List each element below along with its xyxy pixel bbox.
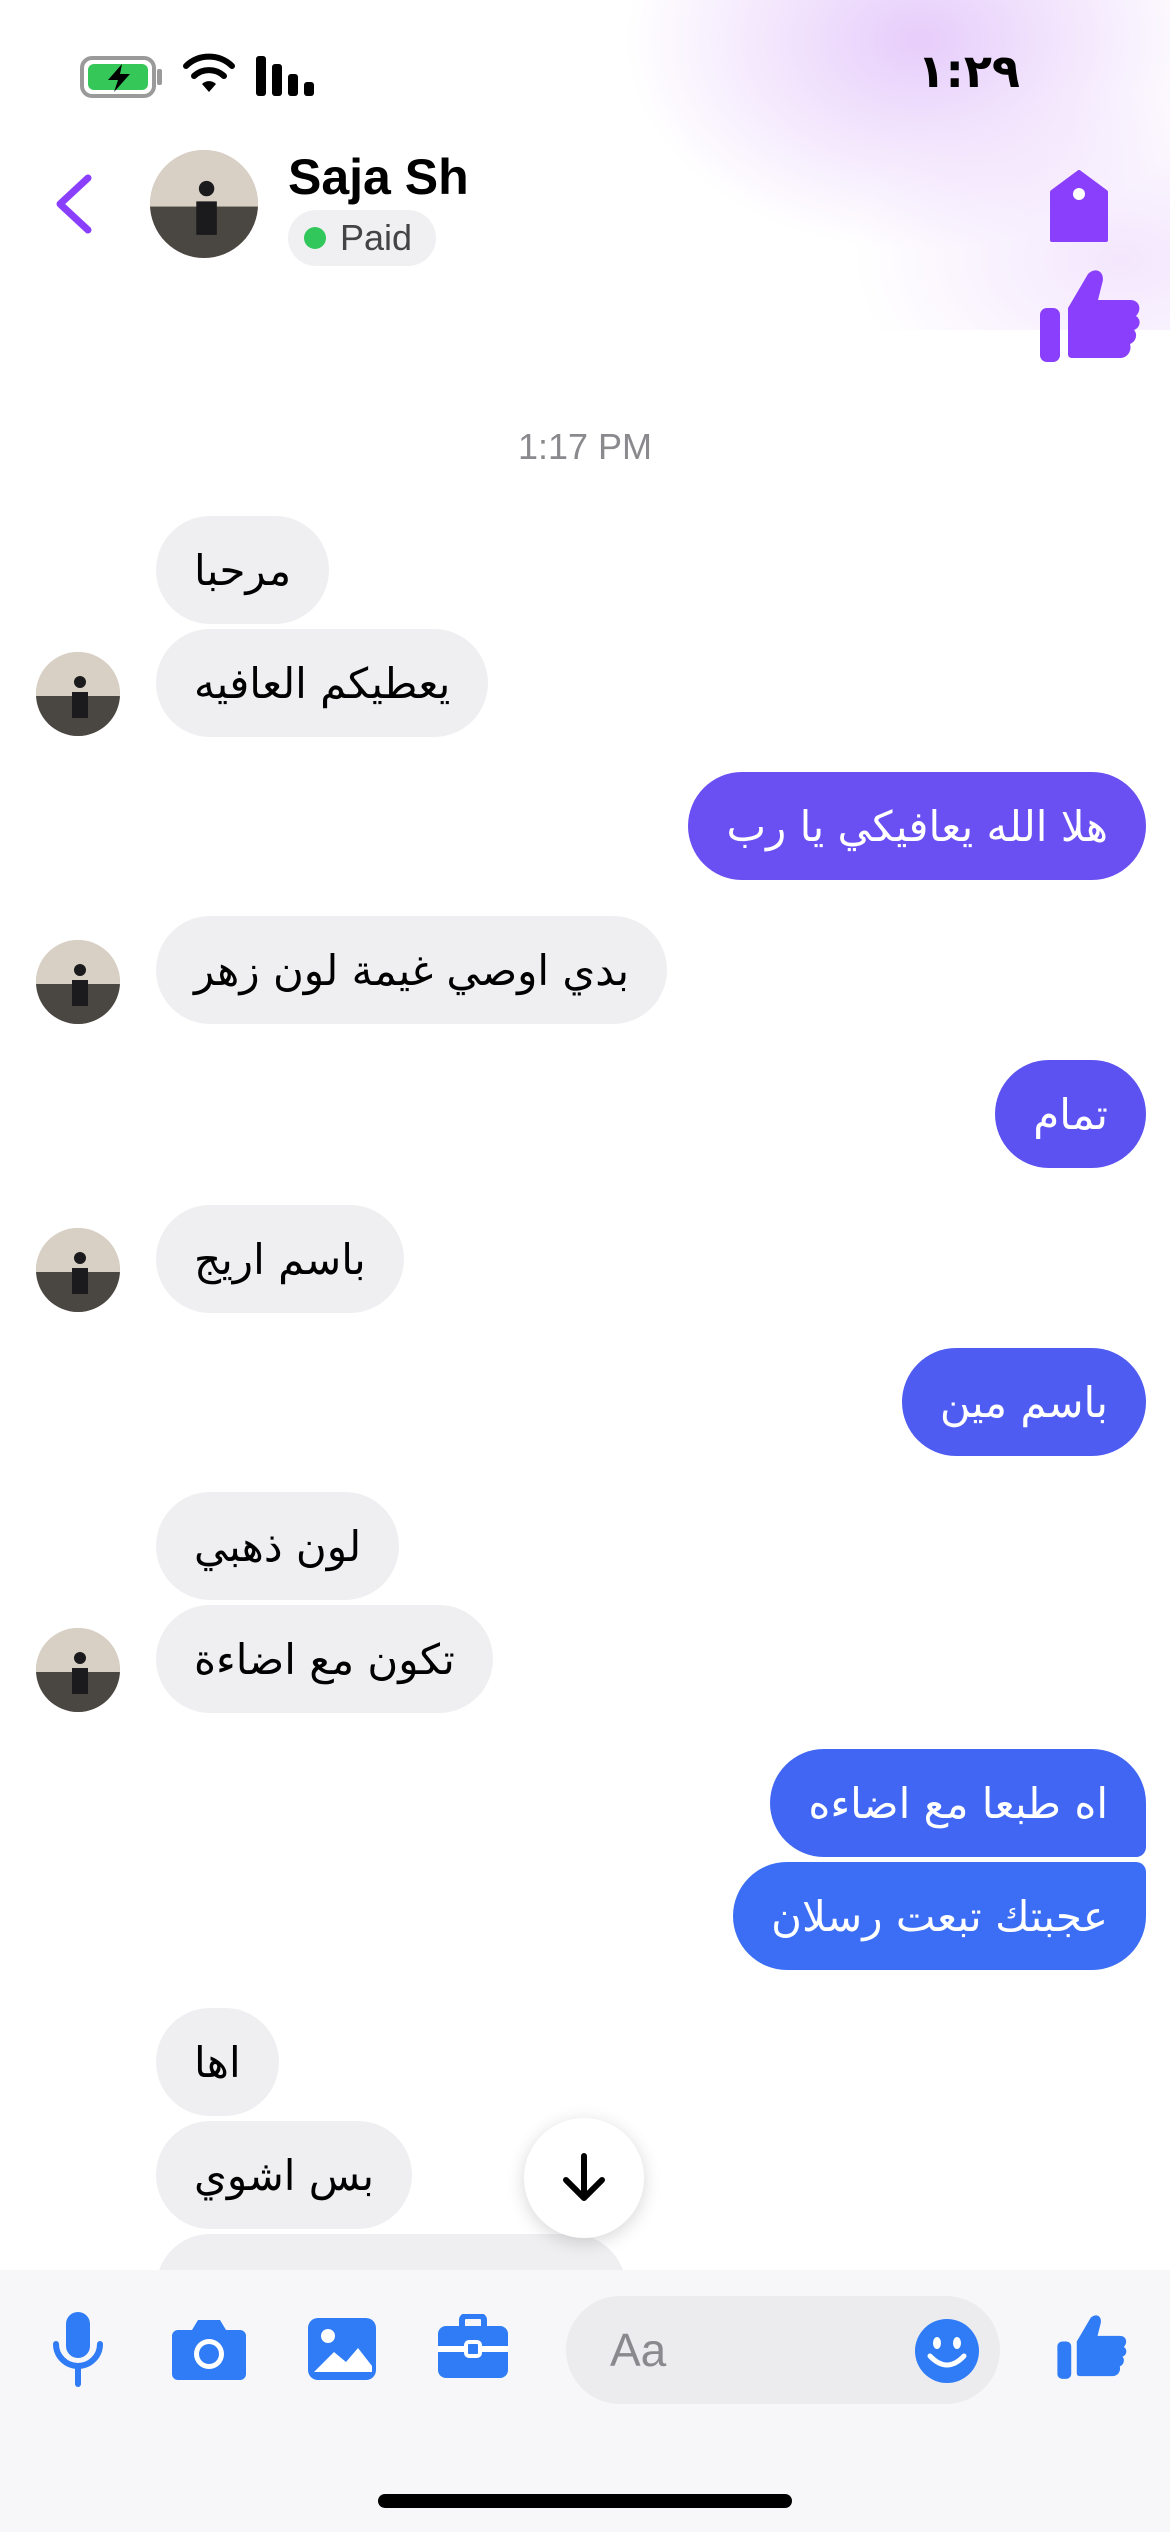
thumbs-up-icon[interactable]: [1038, 268, 1142, 364]
avatar-photo: [36, 1228, 120, 1312]
emoji-icon[interactable]: [914, 2318, 980, 2384]
contact-avatar[interactable]: [150, 150, 258, 258]
status-bar: ١:٢٩: [0, 0, 1170, 120]
sender-avatar[interactable]: [36, 940, 120, 1024]
avatar-photo: [36, 940, 120, 1024]
sender-avatar[interactable]: [36, 1628, 120, 1712]
microphone-icon[interactable]: [50, 2310, 106, 2390]
camera-icon[interactable]: [170, 2316, 248, 2382]
contact-name[interactable]: Saja Sh: [288, 148, 469, 206]
battery-icon: [80, 56, 162, 98]
incoming-message[interactable]: باسم اريج: [156, 1205, 404, 1313]
avatar-photo: [150, 150, 258, 258]
sender-avatar[interactable]: [36, 1228, 120, 1312]
arrow-down-icon: [563, 2153, 605, 2201]
avatar-photo: [36, 652, 120, 736]
status-time: ١:٢٩: [917, 44, 1020, 98]
gallery-icon[interactable]: [306, 2316, 378, 2382]
outgoing-message[interactable]: تمام: [995, 1060, 1146, 1168]
incoming-message[interactable]: لون ذهبي: [156, 1492, 400, 1600]
incoming-message[interactable]: مرحبا: [156, 516, 330, 624]
incoming-message[interactable]: يعطيكم العافيه: [156, 629, 489, 737]
back-chevron-icon[interactable]: [50, 172, 96, 236]
incoming-message[interactable]: تكون مع اضاءة: [156, 1605, 493, 1713]
home-indicator[interactable]: [378, 2494, 792, 2508]
tag-icon[interactable]: [1050, 170, 1108, 244]
briefcase-icon[interactable]: [436, 2314, 510, 2382]
incoming-message[interactable]: اها: [156, 2008, 279, 2116]
label-tag-text: Paid: [340, 217, 413, 258]
sender-avatar[interactable]: [36, 652, 120, 736]
outgoing-message[interactable]: هلا الله يعافيكي يا رب: [688, 772, 1146, 880]
outgoing-message[interactable]: باسم مين: [901, 1348, 1146, 1456]
outgoing-message[interactable]: عجبتك تبعت رسلان: [733, 1862, 1146, 1970]
wifi-icon: [183, 53, 235, 92]
outgoing-message[interactable]: اه طبعا مع اضاءه: [770, 1749, 1146, 1857]
label-tag-badge[interactable]: Paid: [288, 210, 437, 266]
message-timestamp: 1:17 PM: [517, 426, 653, 467]
avatar-photo: [36, 1628, 120, 1712]
incoming-message[interactable]: بس اشوي: [156, 2121, 413, 2229]
cellular-signal-icon: [256, 56, 314, 96]
scroll-to-bottom-button[interactable]: [524, 2118, 644, 2238]
status-dot: [304, 227, 326, 249]
incoming-message[interactable]: بدي اوصي غيمة لون زهر: [156, 916, 668, 1024]
thumbs-up-icon[interactable]: [1056, 2312, 1128, 2382]
